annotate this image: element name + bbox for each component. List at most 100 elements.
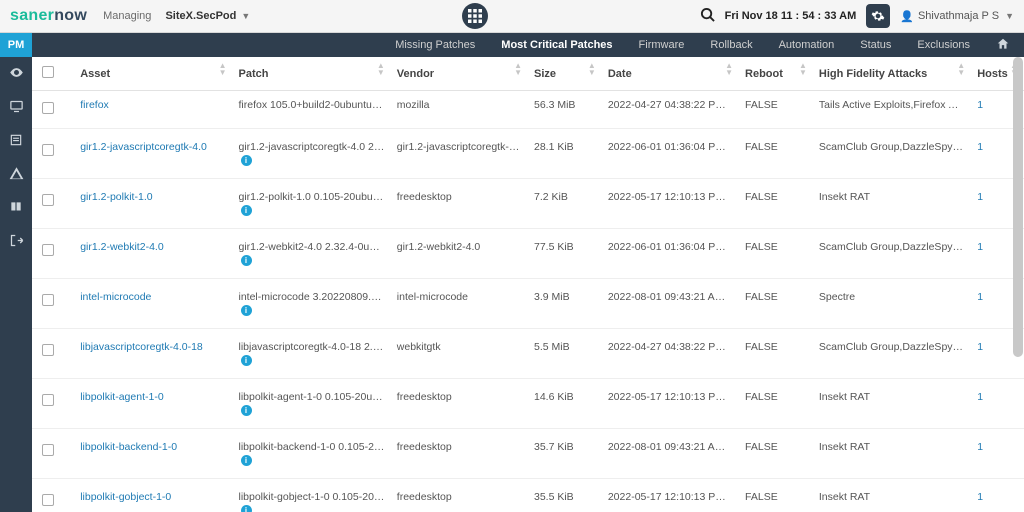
hosts-link[interactable]: 1 [977, 491, 983, 503]
search-icon[interactable] [700, 7, 715, 25]
hosts-link[interactable]: 1 [977, 191, 983, 203]
scrollbar-track[interactable] [1013, 57, 1023, 512]
row-checkbox[interactable] [42, 244, 54, 256]
hosts-link[interactable]: 1 [977, 291, 983, 303]
sort-icon: ▲▼ [377, 62, 385, 76]
asset-link[interactable]: firefox [80, 99, 109, 111]
row-checkbox[interactable] [42, 444, 54, 456]
info-icon[interactable]: i [241, 355, 252, 366]
module-badge[interactable]: PM [0, 33, 32, 57]
chevron-down-icon: ▼ [241, 11, 250, 21]
tab-automation[interactable]: Automation [779, 39, 835, 51]
size-cell: 35.7 KiB [528, 429, 602, 479]
row-checkbox[interactable] [42, 494, 54, 506]
book-icon[interactable] [9, 200, 23, 217]
info-icon[interactable]: i [241, 205, 252, 216]
table-row[interactable]: libpolkit-backend-1-0libpolkit-backend-1… [32, 429, 1024, 479]
col-date[interactable]: Date▲▼ [602, 57, 739, 91]
tab-most-critical-patches[interactable]: Most Critical Patches [501, 39, 612, 51]
table-row[interactable]: intel-microcodeintel-microcode 3.2022080… [32, 279, 1024, 329]
vendor-cell: freedesktop [391, 179, 528, 229]
datetime: Fri Nov 18 11 : 54 : 33 AM [725, 10, 857, 22]
date-cell: 2022-05-17 12:10:13 PM IST [602, 179, 739, 229]
col-size[interactable]: Size▲▼ [528, 57, 602, 91]
attacks-cell: Insekt RAT [813, 429, 971, 479]
table-row[interactable]: firefoxfirefox 105.0+build2-0ubuntu0.18.… [32, 91, 1024, 129]
table-row[interactable]: gir1.2-javascriptcoregtk-4.0 gir1.2-javas… [32, 129, 1024, 179]
monitor-icon[interactable] [9, 99, 24, 117]
apps-grid-button[interactable] [462, 3, 488, 29]
col-vendor[interactable]: Vendor▲▼ [391, 57, 528, 91]
table-row[interactable]: gir1.2-polkit-1.0gir1.2-polkit-1.0 0.105… [32, 179, 1024, 229]
info-icon[interactable]: i [241, 155, 252, 166]
hosts-link[interactable]: 1 [977, 391, 983, 403]
module-band: PM Missing Patches Most Critical Patches… [0, 33, 1024, 57]
asset-link[interactable]: gir1.2-polkit-1.0 [80, 191, 152, 203]
patch-cell: gir1.2-javascriptcoregtk-4.0 2.32.4-0ub.… [233, 129, 391, 179]
tab-missing-patches[interactable]: Missing Patches [395, 39, 475, 51]
asset-link[interactable]: gir1.2-webkit2-4.0 [80, 241, 163, 253]
info-icon[interactable]: i [241, 255, 252, 266]
asset-link[interactable]: libpolkit-backend-1-0 [80, 441, 177, 453]
patch-cell: libjavascriptcoregtk-4.0-18 2.32.4-0ub..… [233, 329, 391, 379]
row-checkbox[interactable] [42, 294, 54, 306]
info-icon[interactable]: i [241, 405, 252, 416]
info-icon[interactable]: i [241, 305, 252, 316]
top-bar: sanernow Managing SiteX.SecPod ▼ Fri Nov… [0, 0, 1024, 33]
col-asset[interactable]: Asset▲▼ [74, 57, 232, 91]
row-checkbox[interactable] [42, 394, 54, 406]
sort-icon: ▲▼ [588, 62, 596, 76]
asset-link[interactable]: libpolkit-gobject-1-0 [80, 491, 171, 503]
patches-table: Asset▲▼ Patch▲▼ Vendor▲▼ Size▲▼ Date▲▼ R… [32, 57, 1024, 512]
size-cell: 5.5 MiB [528, 329, 602, 379]
hosts-link[interactable]: 1 [977, 141, 983, 153]
logout-icon[interactable] [9, 233, 24, 251]
patch-cell: libpolkit-gobject-1-0 0.105-20ubuntu0...… [233, 479, 391, 512]
col-attacks[interactable]: High Fidelity Attacks▲▼ [813, 57, 971, 91]
size-cell: 35.5 KiB [528, 479, 602, 512]
alert-icon[interactable] [9, 166, 24, 184]
tab-rollback[interactable]: Rollback [710, 39, 752, 51]
scrollbar-thumb[interactable] [1013, 57, 1023, 357]
hosts-link[interactable]: 1 [977, 341, 983, 353]
tab-status[interactable]: Status [860, 39, 891, 51]
chevron-down-icon: ▼ [1005, 11, 1014, 21]
hosts-link[interactable]: 1 [977, 99, 983, 111]
table-row[interactable]: gir1.2-webkit2-4.0 gir1.2-webkit2-4.0 2.3… [32, 229, 1024, 279]
table-row[interactable]: libjavascriptcoregtk-4.0-18 libjavascript… [32, 329, 1024, 379]
attacks-cell: Spectre [813, 279, 971, 329]
asset-link[interactable]: intel-microcode [80, 291, 151, 303]
row-checkbox[interactable] [42, 102, 54, 114]
col-patch[interactable]: Patch▲▼ [233, 57, 391, 91]
size-cell: 28.1 KiB [528, 129, 602, 179]
table-row[interactable]: libpolkit-agent-1-0libpolkit-agent-1-0 0… [32, 379, 1024, 429]
user-menu[interactable]: 👤Shivathmaja P S ▼ [900, 10, 1014, 23]
eye-icon[interactable] [9, 65, 24, 83]
info-icon[interactable]: i [241, 505, 252, 512]
col-reboot[interactable]: Reboot▲▼ [739, 57, 813, 91]
table-header-row: Asset▲▼ Patch▲▼ Vendor▲▼ Size▲▼ Date▲▼ R… [32, 57, 1024, 91]
hosts-link[interactable]: 1 [977, 241, 983, 253]
col-checkbox[interactable] [32, 57, 74, 91]
list-icon[interactable] [9, 133, 23, 150]
hosts-link[interactable]: 1 [977, 441, 983, 453]
settings-button[interactable] [866, 4, 890, 28]
tab-firmware[interactable]: Firmware [639, 39, 685, 51]
sort-icon: ▲▼ [725, 62, 733, 76]
tab-exclusions[interactable]: Exclusions [917, 39, 970, 51]
asset-link[interactable]: libpolkit-agent-1-0 [80, 391, 163, 403]
attacks-cell: Insekt RAT [813, 379, 971, 429]
reboot-cell: FALSE [739, 279, 813, 329]
row-checkbox[interactable] [42, 144, 54, 156]
patch-cell: gir1.2-webkit2-4.0 2.32.4-0ubuntu0.18...… [233, 229, 391, 279]
table-row[interactable]: libpolkit-gobject-1-0 libpolkit-gobject-1… [32, 479, 1024, 512]
size-cell: 7.2 KiB [528, 179, 602, 229]
info-icon[interactable]: i [241, 455, 252, 466]
row-checkbox[interactable] [42, 344, 54, 356]
home-icon[interactable] [996, 37, 1010, 54]
asset-link[interactable]: gir1.2-javascriptcoregtk-4.0 [80, 141, 207, 153]
select-all-checkbox[interactable] [42, 66, 54, 78]
site-selector[interactable]: SiteX.SecPod ▼ [165, 10, 250, 22]
row-checkbox[interactable] [42, 194, 54, 206]
asset-link[interactable]: libjavascriptcoregtk-4.0-18 [80, 341, 203, 353]
